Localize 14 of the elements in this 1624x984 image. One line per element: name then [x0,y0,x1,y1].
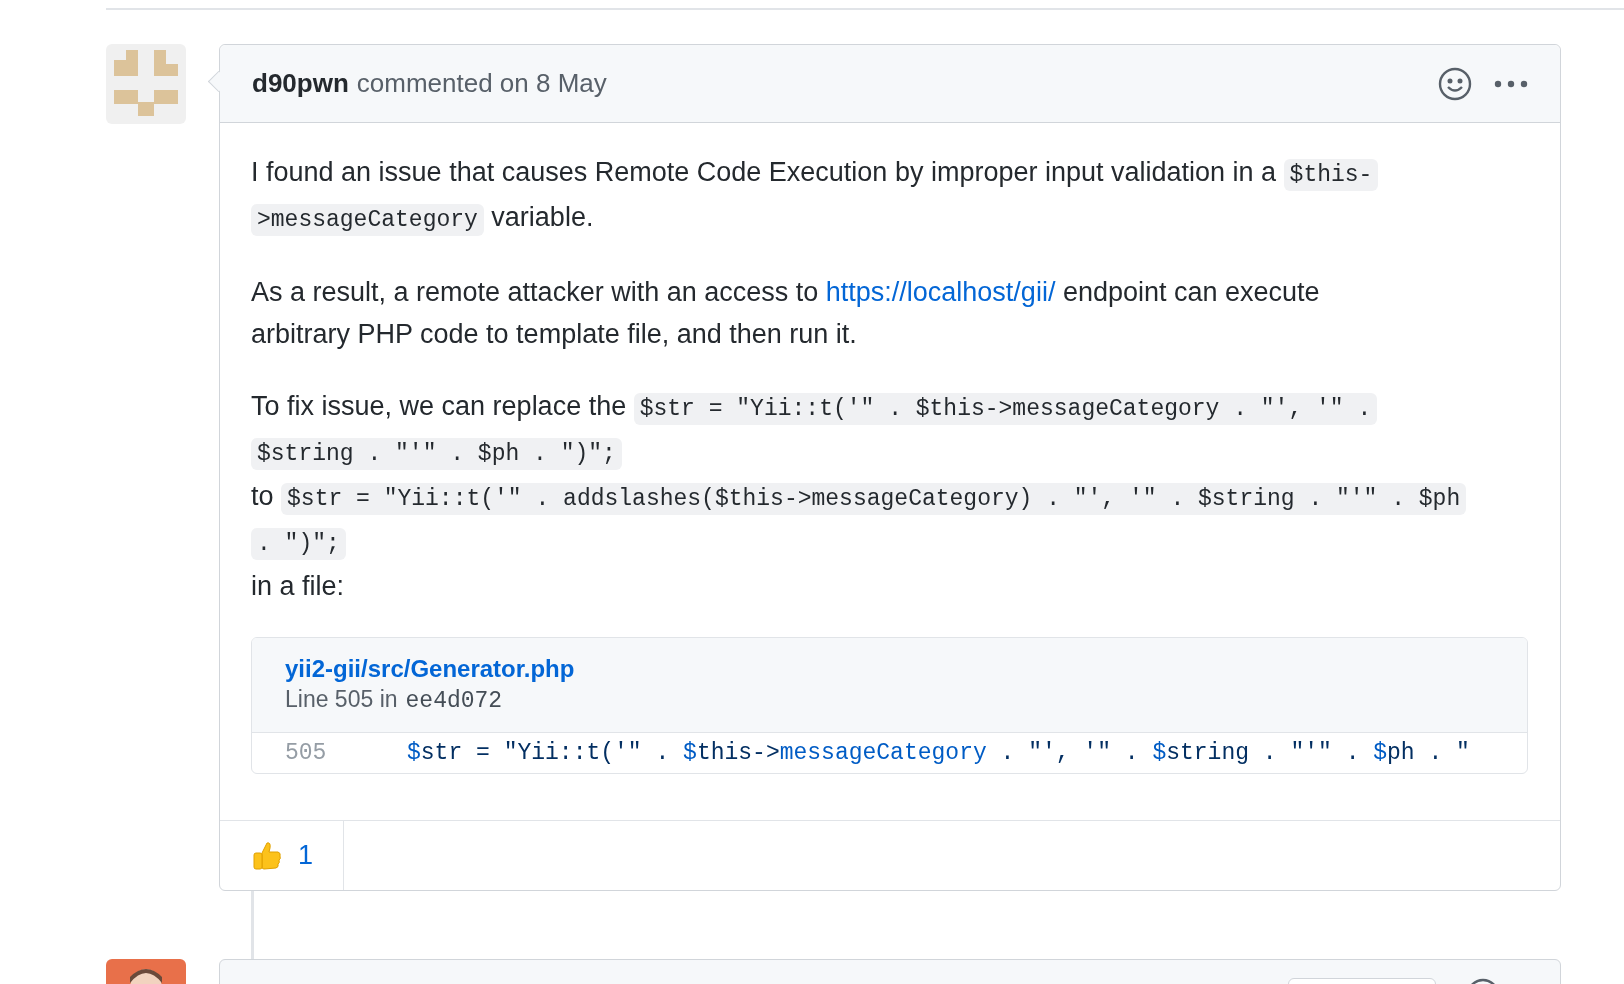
url-link[interactable]: https://localhost/gii/ [825,277,1056,307]
line-number: 505 [285,738,328,768]
line-label: Line 505 in [285,685,398,714]
comment-paragraph: As a result, a remote attacker with an access to https://localhost/gii/ endpoint can execute arbitrary PHP code to template file, and then run it. [251,276,1321,351]
reaction-button[interactable]: 1 [220,821,345,890]
comment-timestamp: commented on 8 May [356,67,607,100]
comment-paragraph: To fix issue, we can replace the $str = "Yii::t('" . $this->messageCategory . "', '" . $string . "'" . $ph . ")"; to $str = "Yii::t('" . addslashes($this->messageCategory) . "', '" . $string . "'" . $ph . ")"; in a file: [251,385,1529,607]
smiley-icon[interactable] [1438,66,1472,101]
file-path-link[interactable]: yii2-gii/src/Generator.php [285,654,575,684]
comment-paragraph: I found an issue that causes Remote Code Execution by improper input validation in a $this- >messageCategory variable. [251,151,1529,241]
code-line: $str = "Yii::t('" . $this->messageCategory . "', '" . $string . "'" . $ph . " [407,738,1470,768]
more-options-icon[interactable] [1494,78,1528,89]
commit-hash: ee4d072 [405,687,503,716]
author-link[interactable]: d90pwn [252,64,349,103]
